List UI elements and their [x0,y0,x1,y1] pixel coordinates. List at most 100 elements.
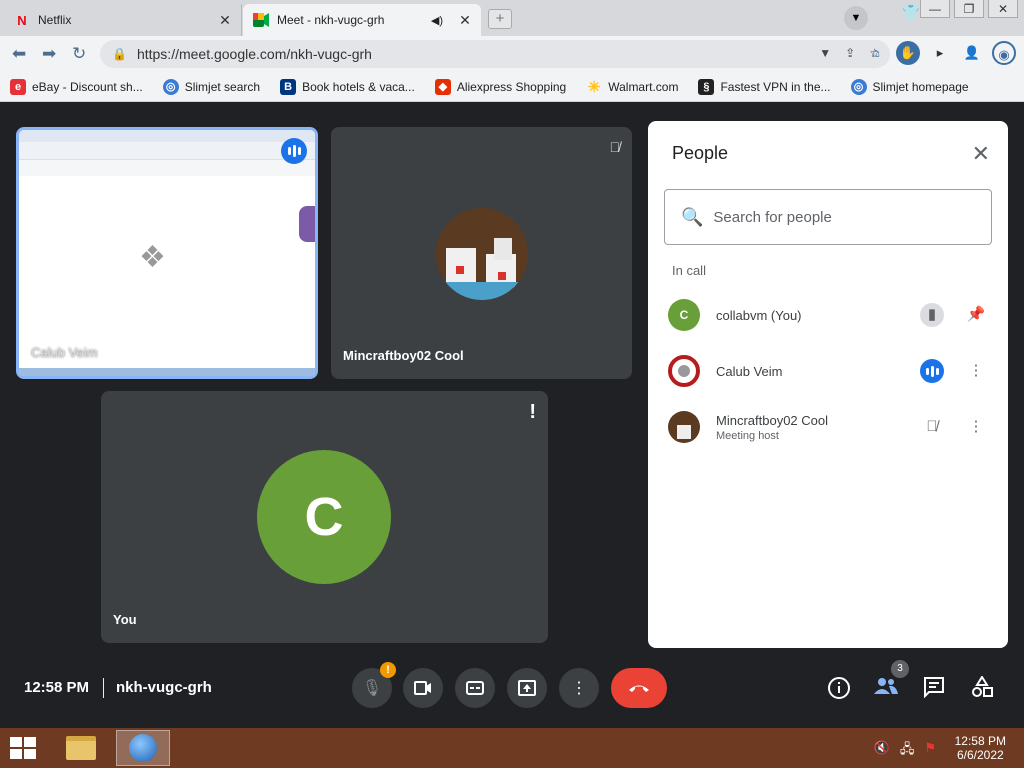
people-panel: People ✕ 🔍 In call C collabvm (You) ▮ 📌 … [648,121,1008,648]
bookmarks-bar: e eBay - Discount sh... ◎ Slimjet search… [0,72,1024,102]
speaker-icon[interactable]: ◀) [431,14,443,27]
profile-icon[interactable]: 👤 [960,41,984,65]
adblock-hand-icon[interactable]: ✋ [896,41,920,65]
browser-tab-strip: N Netflix ✕ Meet - nkh-vugc-grh ◀) ✕ + ▼… [0,0,1024,36]
participant-name: Mincraftboy02 Cool [716,412,828,428]
participant-name: You [113,612,137,627]
more-options-icon[interactable]: ⋮ [964,359,988,383]
audio-level-icon: ▮ [920,303,944,327]
tab-title: Netflix [38,13,72,27]
dropdown-icon[interactable]: ▼ [819,46,831,60]
more-options-button[interactable]: ⋮ [559,668,599,708]
meet-stage: ❖ Calub Veim 🎙̸ Mincraftboy02 Cool ! C Y… [0,103,1024,728]
lock-icon[interactable]: 🔒 [112,47,127,61]
browser-taskbar-button[interactable] [116,730,170,766]
maximize-button[interactable]: ❐ [954,0,984,18]
vpn-icon: § [698,78,715,95]
participant-name: Mincraftboy02 Cool [343,348,464,363]
network-icon[interactable]: 🖧 [900,740,915,762]
search-input[interactable] [713,208,974,226]
panel-title: People [672,143,729,163]
screenshare-tile[interactable]: ❖ Calub Veim [16,127,318,379]
tab-search-chevron-icon[interactable]: ▼ [844,6,868,30]
chat-icon [924,677,944,699]
list-item[interactable]: Mincraftboy02 Cool Meeting host 🎙̸ ⋮ [668,407,988,447]
aliexpress-icon: ◆ [434,78,451,95]
participant-tile-self[interactable]: ! C You [101,391,548,643]
action-center-flag-icon[interactable]: ⚑ [924,740,936,762]
tab-netflix[interactable]: N Netflix ✕ [4,4,242,36]
clock-time: 12:58 PM [954,734,1006,748]
bookmark-slimjet-homepage[interactable]: ◎ Slimjet homepage [850,78,969,95]
shared-screen-toolbar [19,142,315,160]
home-icon[interactable]: ⌂ [864,41,888,65]
meeting-details-button[interactable] [826,676,852,702]
camera-button[interactable] [403,668,443,708]
windows-taskbar: 🔇 🖧 ⚑ 12:58 PM 6/6/2022 [0,728,1024,768]
globe-icon: ◎ [850,78,867,95]
close-tab-icon[interactable]: ✕ [457,12,473,29]
close-tab-icon[interactable]: ✕ [217,12,233,29]
alert-icon[interactable]: ! [529,401,536,424]
speaking-indicator-icon [920,359,944,383]
microphone-icon: 🎙 [361,680,383,697]
participant-tile-mincraftboy[interactable]: 🎙̸ Mincraftboy02 Cool [331,127,632,379]
bookmark-vpn[interactable]: § Fastest VPN in the... [698,78,831,95]
bookmark-booking[interactable]: B Book hotels & vaca... [280,78,415,95]
system-clock[interactable]: 12:58 PM 6/6/2022 [955,734,1006,762]
url-text[interactable]: https://meet.google.com/nkh-vugc-grh [137,46,372,62]
mic-muted-icon: 🎙̸ [926,418,938,435]
theme-shirt-icon[interactable]: 👕 [902,4,919,21]
bookmark-ebay[interactable]: e eBay - Discount sh... [10,78,143,95]
participant-role: Meeting host [716,429,779,442]
volume-muted-icon[interactable]: 🔇 [874,740,890,762]
back-arrow-icon[interactable]: ⬅ [12,44,26,64]
pin-icon[interactable]: 📌 [964,303,988,327]
windows-start-icon[interactable] [10,737,38,761]
share-icon[interactable]: ⇪ [845,46,855,60]
chat-button[interactable] [921,676,947,702]
file-explorer-button[interactable] [54,730,108,766]
close-window-button[interactable]: ✕ [988,0,1018,18]
meeting-clock: 12:58 PM [24,679,90,696]
participant-name: Calub Veim [716,363,783,379]
present-screen-icon [518,680,536,696]
present-button[interactable] [507,668,547,708]
captions-icon [466,681,484,695]
participant-count-badge: 3 [891,660,909,678]
meeting-code: nkh-vugc-grh [116,679,212,696]
more-vert-icon: ⋮ [571,680,587,697]
bookmark-slimjet-search[interactable]: ◎ Slimjet search [162,78,260,95]
new-tab-button[interactable]: + [488,9,512,29]
close-panel-icon[interactable]: ✕ [972,141,990,167]
list-item[interactable]: Calub Veim ⋮ [668,351,988,391]
leave-call-button[interactable] [611,668,667,708]
address-bar[interactable]: 🔒 https://meet.google.com/nkh-vugc-grh ▼… [100,40,890,68]
tab-meet[interactable]: Meet - nkh-vugc-grh ◀) ✕ [243,4,481,36]
tab-title: Meet - nkh-vugc-grh [277,13,385,27]
people-search-box[interactable]: 🔍 [664,189,992,245]
activities-button[interactable] [969,675,995,702]
minimize-button[interactable]: — [920,0,950,18]
netflix-icon: N [17,12,27,28]
play-arrow-icon[interactable]: ▸ [928,41,952,65]
avatar [436,208,528,300]
activities-shapes-icon [972,675,993,697]
slimjet-menu-icon[interactable]: ◉ [992,41,1016,65]
video-camera-icon [414,681,431,695]
shared-screen-character [299,206,315,242]
microphone-button[interactable]: 🎙 ! [352,662,396,708]
system-tray: 🔇 🖧 ⚑ [874,740,936,762]
forward-arrow-icon[interactable]: ➡ [42,44,56,64]
reload-icon[interactable]: ↻ [72,44,86,64]
list-item[interactable]: C collabvm (You) ▮ 📌 [668,295,988,335]
more-options-icon[interactable]: ⋮ [964,415,988,439]
people-button[interactable]: 3 [873,660,909,702]
bookmark-aliexpress[interactable]: ◆ Aliexpress Shopping [434,78,566,95]
shared-screen-placeholder-icon: ❖ [139,241,166,274]
avatar [668,411,700,443]
mic-muted-icon: 🎙̸ [609,139,621,155]
captions-button[interactable] [455,668,495,708]
bookmark-walmart[interactable]: ✳ Walmart.com [586,79,679,96]
avatar: C [668,299,700,331]
